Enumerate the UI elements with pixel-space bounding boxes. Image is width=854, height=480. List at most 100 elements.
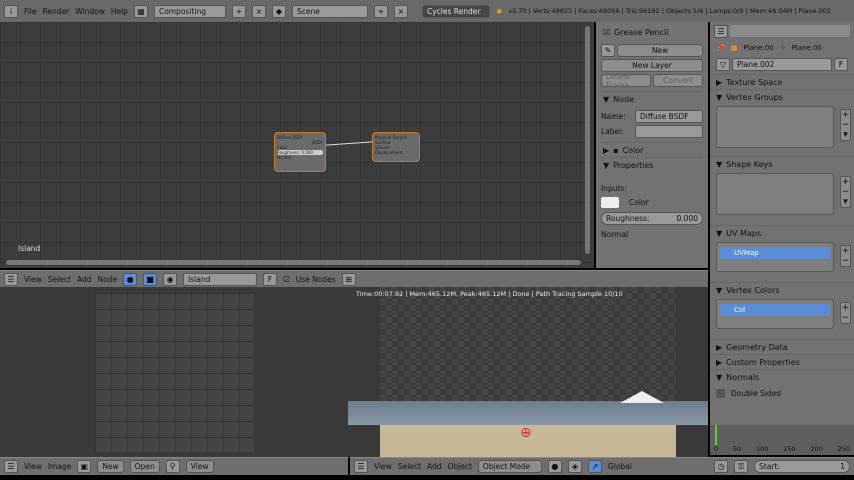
- fake-user-button[interactable]: F: [834, 58, 848, 71]
- scene-select[interactable]: Scene: [291, 4, 368, 18]
- add-icon[interactable]: +: [231, 4, 246, 18]
- grease-pencil-header[interactable]: Grease Pencil: [614, 28, 668, 37]
- mesh-name-field[interactable]: Plane.002: [732, 58, 832, 71]
- new-button[interactable]: New: [617, 44, 703, 57]
- menu-node[interactable]: Node: [97, 275, 117, 284]
- menu-view[interactable]: View: [24, 462, 42, 471]
- fake-user-button[interactable]: F: [263, 272, 278, 286]
- add-remove-buttons[interactable]: + − ▾: [840, 176, 851, 208]
- vertex-groups-list[interactable]: [716, 106, 834, 148]
- label-field[interactable]: [635, 125, 703, 138]
- 3d-viewport[interactable]: ⊕ Time:00:07.92 | Mem:465.12M, Peak:465.…: [348, 287, 708, 457]
- scene-icon[interactable]: ◆: [271, 4, 286, 18]
- menu-add[interactable]: Add: [77, 275, 92, 284]
- pivot-icon[interactable]: ◈: [567, 460, 582, 473]
- material-icon[interactable]: ◉: [163, 272, 178, 286]
- vertex-groups-header[interactable]: Vertex Groups: [726, 93, 783, 102]
- 3d-cursor-icon[interactable]: ⊕: [520, 425, 532, 441]
- shape-keys-header[interactable]: Shape Keys: [726, 160, 772, 169]
- roughness-slider[interactable]: Roughness: 0.000: [601, 212, 703, 225]
- color-swatch[interactable]: [601, 197, 619, 208]
- menu-view[interactable]: View: [24, 275, 42, 284]
- diffuse-bsdf-node[interactable]: Diffuse BSDF BSDF Color Roughness: 0.000…: [274, 132, 326, 172]
- vertex-colors-list[interactable]: Col: [716, 299, 834, 329]
- add-remove-buttons[interactable]: + −: [840, 302, 851, 324]
- tree-label: Island: [18, 244, 41, 253]
- convert-button[interactable]: Convert: [653, 74, 703, 87]
- vertex-color-item[interactable]: Col: [720, 304, 830, 316]
- context-tabs[interactable]: [730, 25, 850, 37]
- tick-label: 200: [810, 445, 823, 453]
- snap-icon[interactable]: ⊞: [341, 272, 356, 286]
- close-icon[interactable]: ×: [393, 4, 408, 18]
- menu-image[interactable]: Image: [48, 462, 72, 471]
- keying-icon[interactable]: ⚿: [734, 460, 748, 473]
- editor-type-icon[interactable]: ☰: [354, 460, 368, 473]
- menu-select[interactable]: Select: [48, 275, 71, 284]
- pin-icon[interactable]: ⚲: [165, 460, 180, 473]
- vertex-colors-header[interactable]: Vertex Colors: [726, 286, 779, 295]
- roughness-value: 0.000: [676, 214, 698, 223]
- image-editor[interactable]: [0, 287, 348, 457]
- name-field[interactable]: Diffuse BSDF: [635, 110, 703, 123]
- vertical-scrollbar[interactable]: [585, 26, 590, 254]
- image-browse-icon[interactable]: ▣: [77, 460, 92, 473]
- add-remove-buttons[interactable]: + −: [840, 245, 851, 267]
- view-mode-select[interactable]: View: [185, 460, 214, 473]
- shader-nodes-icon[interactable]: ●: [123, 272, 138, 286]
- add-icon[interactable]: +: [373, 4, 388, 18]
- timeline[interactable]: 0 50 100 150 200 250: [710, 425, 854, 455]
- new-image-button[interactable]: New: [97, 460, 124, 473]
- open-image-button[interactable]: Open: [129, 460, 160, 473]
- object-icon[interactable]: ■: [143, 272, 158, 286]
- editor-type-icon[interactable]: ☰: [4, 272, 18, 286]
- geometry-data-header[interactable]: Geometry Data: [726, 343, 788, 352]
- add-remove-buttons[interactable]: + − ▾: [840, 109, 851, 141]
- render-engine-select[interactable]: Cycles Render: [421, 4, 490, 18]
- shading-icon[interactable]: ●: [547, 460, 562, 473]
- material-select[interactable]: Island: [183, 272, 258, 286]
- menu-select[interactable]: Select: [398, 462, 421, 471]
- custom-properties-header[interactable]: Custom Properties: [726, 358, 800, 367]
- start-frame-field[interactable]: Start: 1: [754, 460, 850, 473]
- close-icon[interactable]: ×: [251, 4, 266, 18]
- current-frame-marker[interactable]: [715, 425, 717, 445]
- orientation-select[interactable]: Global: [608, 462, 632, 471]
- double-sided-checkbox[interactable]: [716, 389, 725, 398]
- menu-view[interactable]: View: [374, 462, 392, 471]
- uv-maps-list[interactable]: UVMap: [716, 242, 834, 272]
- menu-window[interactable]: Window: [75, 7, 105, 16]
- menu-add[interactable]: Add: [427, 462, 442, 471]
- texture-space-header[interactable]: Texture Space: [726, 78, 782, 87]
- mesh-data-icon[interactable]: ▽: [716, 58, 730, 71]
- editor-type-icon[interactable]: ◷: [714, 460, 728, 473]
- manipulator-icon[interactable]: ↗: [587, 460, 602, 473]
- use-nodes-label: Use Nodes: [295, 274, 336, 284]
- editor-type-icon[interactable]: ☰: [714, 25, 728, 38]
- checkbox-icon[interactable]: ☑: [603, 28, 610, 37]
- normals-header[interactable]: Normals: [726, 373, 759, 382]
- new-layer-button[interactable]: New Layer: [601, 59, 703, 72]
- color-section-header[interactable]: Color: [623, 146, 644, 155]
- pencil-icon[interactable]: ✎: [601, 44, 615, 57]
- horizontal-scrollbar[interactable]: [6, 260, 581, 265]
- node-section-header[interactable]: Node: [613, 95, 634, 104]
- use-nodes-checkbox[interactable]: ☑: [283, 275, 290, 284]
- menu-file[interactable]: File: [24, 7, 37, 16]
- menu-object[interactable]: Object: [447, 462, 471, 471]
- info-icon[interactable]: i: [4, 4, 18, 18]
- menu-help[interactable]: Help: [111, 7, 128, 16]
- layout-icon[interactable]: ▦: [133, 4, 148, 18]
- editor-type-icon[interactable]: ☰: [4, 460, 18, 473]
- pin-icon[interactable]: 📌: [716, 44, 725, 52]
- node-editor[interactable]: Diffuse BSDF BSDF Color Roughness: 0.000…: [0, 22, 594, 268]
- uv-maps-header[interactable]: UV Maps: [726, 229, 761, 238]
- menu-render[interactable]: Render: [43, 7, 70, 16]
- uv-map-item[interactable]: UVMap: [720, 247, 830, 259]
- layout-select[interactable]: Compositing: [153, 4, 226, 18]
- properties-section-header[interactable]: Properties: [613, 161, 653, 170]
- mode-select[interactable]: Object Mode: [477, 460, 542, 473]
- shape-keys-list[interactable]: [716, 173, 834, 215]
- delete-frame-button[interactable]: Delete Frame: [601, 72, 651, 90]
- material-output-node[interactable]: Material Output Surface Volume Displacem…: [372, 132, 420, 162]
